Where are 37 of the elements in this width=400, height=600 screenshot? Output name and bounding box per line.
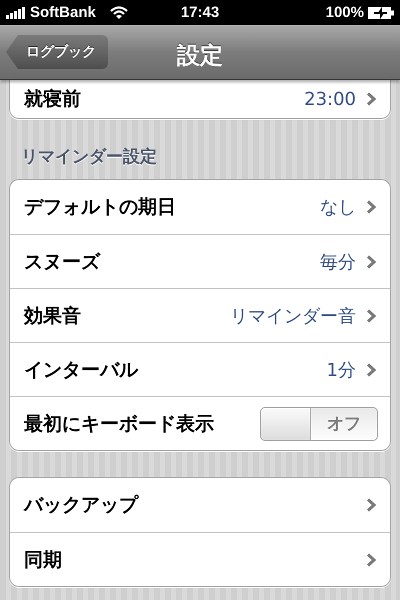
row-value: リマインダー音 [230,304,356,328]
chevron-icon [366,308,376,322]
row-label: インターバル [24,358,140,382]
chevron-icon [366,498,376,512]
settings-row[interactable]: スヌーズ 毎分 [10,234,390,288]
row-value: 毎分 [320,250,356,274]
screen-title: 設定 [177,43,223,69]
chevron-icon [366,362,376,376]
chevron-icon [366,254,376,268]
row-value: 23:00 [304,88,356,110]
chevron-icon [366,552,376,566]
row-label: 就寝前 [24,87,82,112]
signal-icon [6,6,26,18]
row-label: バックアップ [24,493,140,518]
toggle-switch[interactable]: オフ [260,406,378,440]
chevron-icon [366,200,376,214]
wifi-icon [110,6,128,19]
settings-row[interactable]: 就寝前 23:00 [10,80,390,118]
row-label: デフォルトの期日 [24,195,177,220]
carrier-name: SoftBank [30,4,96,21]
row-label: スヌーズ [24,250,102,274]
row-value: 1分 [326,358,356,382]
row-value: なし [320,196,356,219]
back-button[interactable]: ログブック [6,35,108,69]
row-label: 同期 [24,548,63,572]
settings-row[interactable]: インターバル 1分 [10,342,390,396]
settings-row[interactable]: バックアップ [10,478,390,532]
row-label: 効果音 [24,304,82,328]
chevron-icon [366,92,376,106]
settings-row[interactable]: 同期 [10,532,390,586]
battery-charging-icon [368,6,394,18]
clock-time: 17:43 [180,4,220,21]
settings-row[interactable]: デフォルトの期日 なし [10,180,390,234]
battery-percent: 100% [326,4,364,21]
settings-row[interactable]: 効果音 リマインダー音 [10,288,390,342]
section-header: リマインダー設定 [20,146,158,169]
row-label: 最初にキーボード表示 [24,412,215,436]
